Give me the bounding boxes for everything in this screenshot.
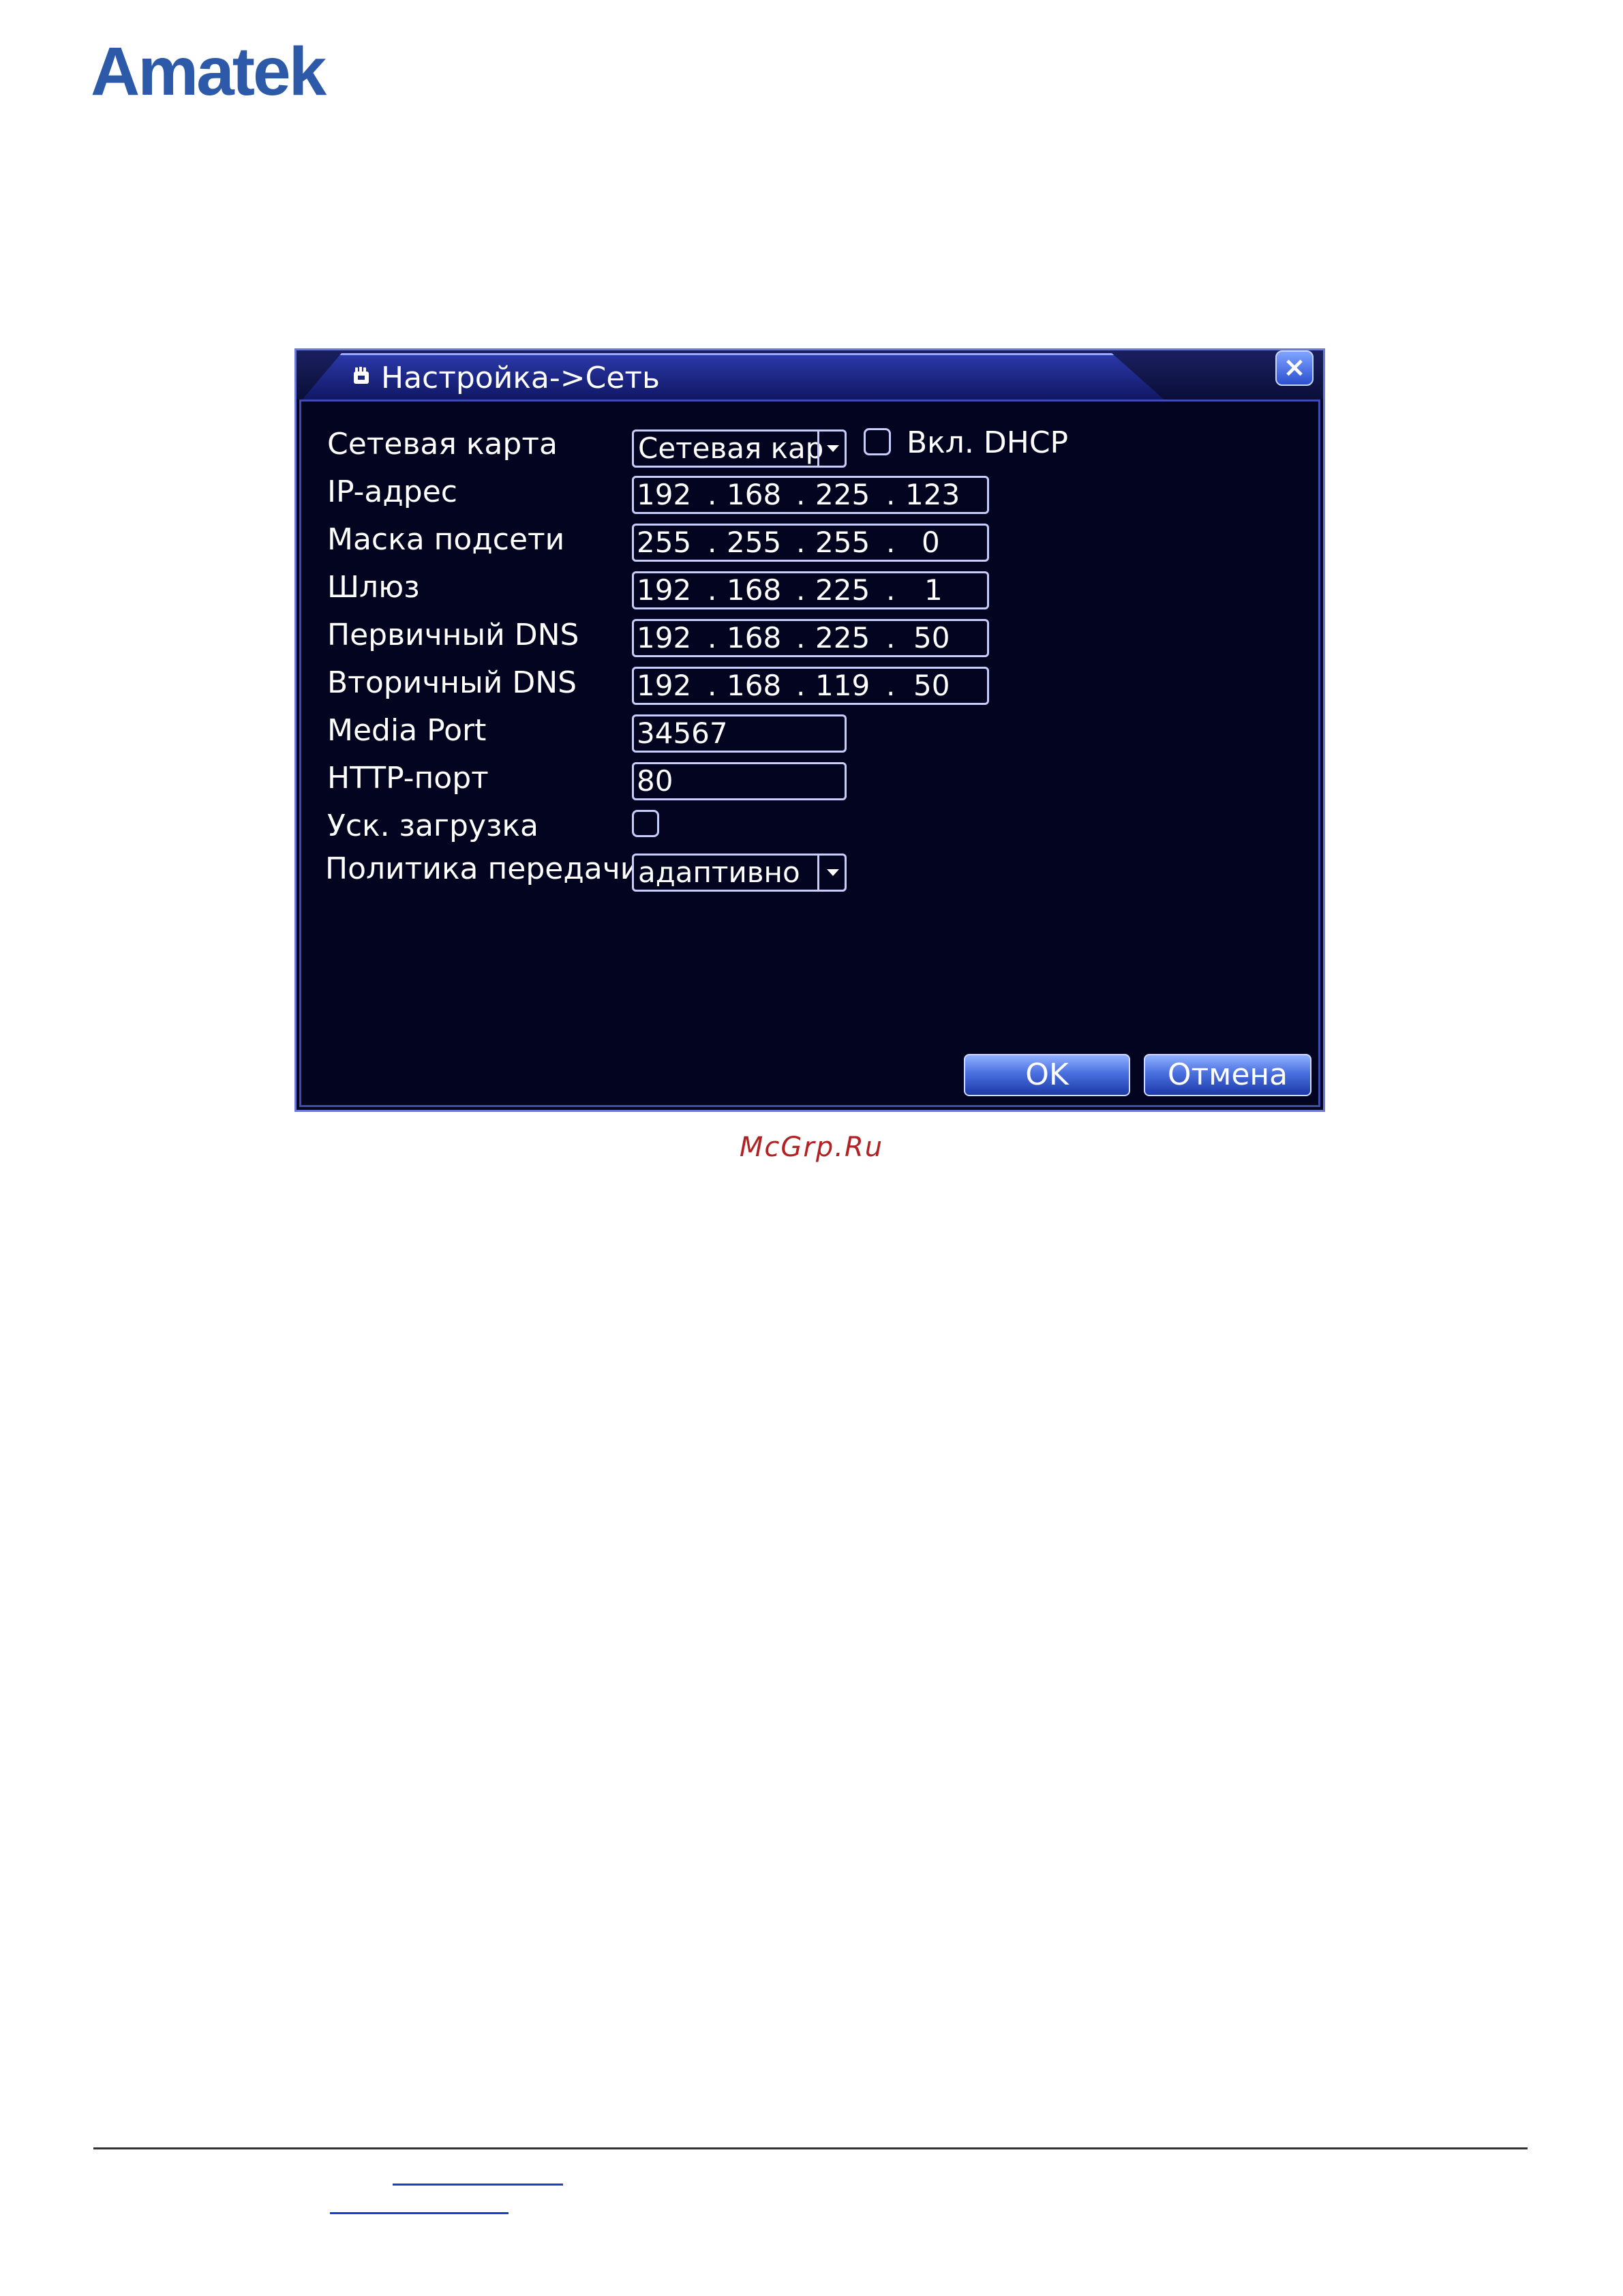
- dns2-octet-3: 119: [815, 669, 870, 702]
- ip-octet-3: 225: [815, 478, 870, 511]
- label-gateway: Шлюз: [327, 570, 420, 605]
- label-secondary-dns: Вторичный DNS: [327, 665, 577, 700]
- dns1-octet-1: 192: [637, 621, 692, 654]
- dns1-octet-3: 225: [815, 621, 870, 654]
- label-fast-boot: Уск. загрузка: [327, 809, 539, 843]
- ip-octet-1: 192: [637, 478, 692, 511]
- chevron-down-icon: [817, 856, 845, 890]
- subnet-mask-field[interactable]: 255 . 255 . 255 . 0: [632, 524, 989, 562]
- dhcp-checkbox[interactable]: [864, 428, 891, 455]
- ok-button[interactable]: OK: [964, 1054, 1130, 1096]
- network-card-select[interactable]: Сетевая кар: [632, 429, 847, 468]
- footer-link-2[interactable]: [330, 2212, 509, 2214]
- transfer-policy-value: адаптивно: [638, 856, 800, 889]
- label-http-port: HTTP-порт: [327, 761, 489, 796]
- mask-octet-3: 255: [815, 526, 870, 559]
- cancel-button[interactable]: Отмена: [1144, 1054, 1311, 1096]
- transfer-policy-select[interactable]: адаптивно: [632, 854, 847, 892]
- chevron-down-icon: [817, 432, 845, 466]
- gateway-octet-1: 192: [637, 573, 692, 607]
- http-port-field[interactable]: 80: [632, 762, 847, 800]
- label-media-port: Media Port: [327, 713, 487, 748]
- gateway-octet-3: 225: [815, 573, 870, 607]
- gateway-octet-4: 1: [924, 573, 943, 607]
- title-tab: Настройка->Сеть: [301, 353, 1166, 402]
- secondary-dns-field[interactable]: 192 . 168 . 119 . 50: [632, 667, 989, 705]
- ip-address-field[interactable]: 192 . 168 . 225 . 123: [632, 476, 989, 514]
- settings-hand-icon: [354, 367, 369, 384]
- label-network-card: Сетевая карта: [327, 427, 558, 462]
- ip-octet-2: 168: [727, 478, 782, 511]
- dvr-network-settings-window: Настройка->Сеть × Сетевая карта IP-адрес…: [294, 348, 1325, 1112]
- footer-link-1[interactable]: [393, 2184, 563, 2186]
- label-transfer-policy: Политика передачи: [325, 851, 640, 886]
- label-primary-dns: Первичный DNS: [327, 618, 579, 652]
- label-subnet-mask: Маска подсети: [327, 522, 565, 557]
- http-port-value: 80: [637, 764, 673, 798]
- media-port-value: 34567: [637, 716, 728, 750]
- mask-octet-2: 255: [727, 526, 782, 559]
- image-caption: McGrp.Ru: [739, 1132, 884, 1163]
- dns1-octet-4: 50: [913, 621, 950, 654]
- media-port-field[interactable]: 34567: [632, 714, 847, 753]
- dialog-title: Настройка->Сеть: [381, 361, 660, 395]
- gateway-octet-2: 168: [727, 573, 782, 607]
- dns2-octet-1: 192: [637, 669, 692, 702]
- ip-octet-4: 123: [905, 478, 960, 511]
- dns2-octet-4: 50: [913, 669, 950, 702]
- dhcp-label: Вкл. DHCP: [907, 425, 1069, 460]
- close-icon: ×: [1283, 352, 1306, 383]
- fast-boot-checkbox[interactable]: [632, 810, 659, 837]
- close-button[interactable]: ×: [1275, 350, 1314, 386]
- mask-octet-4: 0: [922, 526, 940, 559]
- footer-divider: [93, 2147, 1528, 2149]
- dns2-octet-2: 168: [727, 669, 782, 702]
- title-bar: Настройка->Сеть ×: [297, 350, 1323, 402]
- amatek-logo: Amatek: [91, 33, 327, 110]
- label-ip-address: IP-адрес: [327, 474, 457, 509]
- dns1-octet-2: 168: [727, 621, 782, 654]
- gateway-field[interactable]: 192 . 168 . 225 . 1: [632, 571, 989, 609]
- network-card-value: Сетевая кар: [638, 432, 824, 465]
- primary-dns-field[interactable]: 192 . 168 . 225 . 50: [632, 619, 989, 657]
- mask-octet-1: 255: [637, 526, 692, 559]
